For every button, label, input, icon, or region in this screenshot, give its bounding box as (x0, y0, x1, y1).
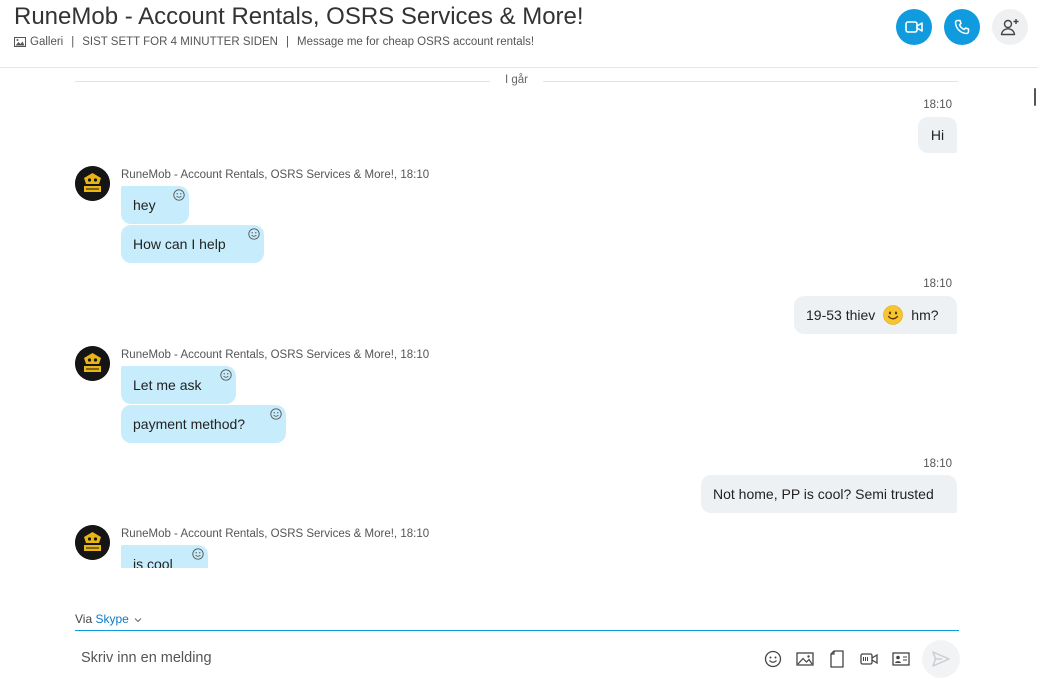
add-reaction-icon (220, 369, 232, 381)
incoming-message[interactable]: payment method? (121, 405, 286, 443)
add-participant-button[interactable] (992, 9, 1028, 45)
message-text: How can I help (133, 236, 226, 252)
message-timestamp: 18:10 (923, 458, 952, 470)
message-text: hm? (911, 307, 939, 323)
message-text: payment method? (133, 416, 246, 432)
outgoing-message[interactable]: Hi (918, 117, 957, 153)
day-label: I går (504, 74, 528, 86)
audio-call-button[interactable] (944, 9, 980, 45)
send-button[interactable] (922, 640, 960, 678)
file-icon (830, 650, 844, 668)
video-message-icon (860, 653, 878, 665)
sender-line: RuneMob - Account Rentals, OSRS Services… (121, 528, 429, 540)
chevron-down-icon (134, 618, 142, 623)
message-text: 19-53 thiev (806, 307, 876, 323)
message-timestamp: 18:10 (923, 278, 952, 290)
message-list[interactable]: I går 18:10 Hi RuneMob - Account Rentals… (0, 68, 1038, 568)
message-timestamp: 18:10 (923, 99, 952, 111)
add-reaction-icon (173, 189, 185, 201)
outgoing-message[interactable]: Not home, PP is cool? Semi trusted (701, 475, 957, 513)
message-text: hey (133, 197, 156, 213)
separator: | (285, 36, 289, 48)
send-icon (932, 651, 950, 667)
message-text: Hi (930, 127, 945, 143)
send-file-button[interactable] (827, 649, 847, 669)
message-input[interactable] (75, 640, 745, 676)
emoji-icon (764, 650, 782, 668)
conversation-subline: Galleri | SIST SETT FOR 4 MINUTTER SIDEN… (14, 36, 534, 48)
message-text: Not home, PP is cool? Semi trusted (713, 486, 934, 502)
via-label: Via (75, 612, 93, 626)
incoming-message[interactable]: How can I help (121, 225, 264, 263)
add-reaction-icon (270, 408, 282, 420)
contact-card-icon (892, 652, 910, 666)
message-timestamp: 18:10 (400, 528, 430, 540)
add-person-icon (1000, 19, 1019, 36)
gallery-icon[interactable] (14, 37, 26, 47)
message-text: Let me ask (133, 377, 202, 393)
incoming-message[interactable]: is cool (121, 545, 208, 568)
sender-line: RuneMob - Account Rentals, OSRS Services… (121, 349, 429, 361)
conversation-title[interactable]: RuneMob - Account Rentals, OSRS Services… (14, 3, 584, 31)
avatar[interactable] (75, 166, 110, 201)
phone-call-icon (954, 19, 970, 35)
add-reaction-icon (248, 228, 260, 240)
incoming-message[interactable]: hey (121, 186, 189, 224)
message-text: is cool (133, 556, 173, 568)
last-seen-status: SIST SETT FOR 4 MINUTTER SIDEN (82, 36, 278, 48)
incoming-message[interactable]: Let me ask (121, 366, 236, 404)
sender-name: RuneMob - Account Rentals, OSRS Services… (121, 169, 398, 181)
scrollbar-thumb[interactable] (1034, 88, 1036, 106)
via-service-label: Skype (95, 612, 129, 626)
message-timestamp: 18:10 (400, 349, 430, 361)
send-image-button[interactable] (795, 649, 815, 669)
separator: | (71, 36, 75, 48)
outgoing-message[interactable]: 19-53 thiev hm? (794, 296, 957, 334)
day-divider: I går (75, 74, 958, 88)
video-call-icon (905, 21, 923, 33)
composer-divider (75, 630, 959, 631)
conversation-header: RuneMob - Account Rentals, OSRS Services… (0, 0, 1038, 68)
via-service-dropdown[interactable]: Skype (95, 612, 142, 626)
emoji-button[interactable] (763, 649, 783, 669)
video-message-button[interactable] (859, 649, 879, 669)
message-timestamp: 18:10 (400, 169, 430, 181)
mood-message: Message me for cheap OSRS account rental… (296, 36, 535, 48)
via-line: Via Skype (75, 612, 142, 626)
smile-emoji-icon (883, 305, 904, 325)
sender-name: RuneMob - Account Rentals, OSRS Services… (121, 528, 398, 540)
image-icon (796, 652, 814, 666)
send-contact-button[interactable] (891, 649, 911, 669)
video-call-button[interactable] (896, 9, 932, 45)
avatar[interactable] (75, 346, 110, 381)
sender-name: RuneMob - Account Rentals, OSRS Services… (121, 349, 398, 361)
sender-line: RuneMob - Account Rentals, OSRS Services… (121, 169, 429, 181)
avatar[interactable] (75, 525, 110, 560)
gallery-link[interactable]: Galleri (30, 36, 63, 48)
add-reaction-icon (192, 548, 204, 560)
